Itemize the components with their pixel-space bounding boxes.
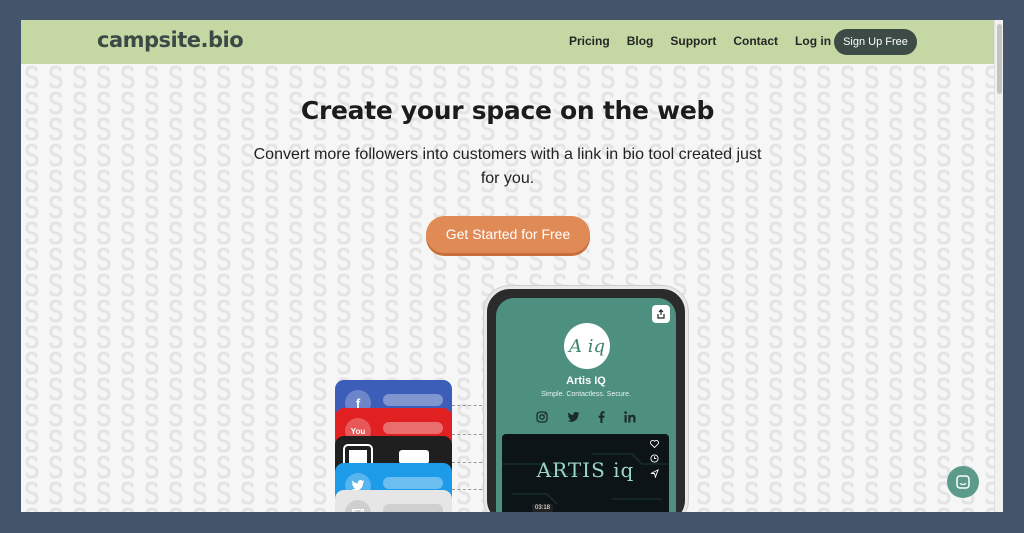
- top-navbar: campsite.bio Pricing Blog Support Contac…: [21, 20, 994, 64]
- phone-screen: A iq Artis IQ Simple. Contactless. Secur…: [496, 298, 676, 512]
- vertical-scrollbar[interactable]: [994, 20, 1003, 512]
- instagram-icon[interactable]: [536, 411, 548, 423]
- avatar-logo-text: A iq: [569, 335, 605, 357]
- facebook-icon[interactable]: [598, 411, 605, 423]
- hero-subtitle: Convert more followers into customers wi…: [253, 146, 762, 187]
- browser-viewport: campsite.bio Pricing Blog Support Contac…: [21, 20, 1003, 512]
- nav-links: Pricing Blog Support Contact Log in: [569, 34, 831, 48]
- share-icon[interactable]: [652, 305, 670, 323]
- get-started-button[interactable]: Get Started for Free: [426, 216, 590, 253]
- video-title: ARTIS iq: [536, 458, 635, 482]
- chat-icon: [956, 475, 970, 489]
- scrollbar-thumb[interactable]: [997, 24, 1002, 94]
- hero-title: Create your space on the web: [300, 96, 715, 125]
- email-link-card: [335, 490, 452, 512]
- embedded-video[interactable]: ARTIS iq 03:18: [502, 434, 669, 512]
- video-timestamp: 03:18: [532, 504, 554, 512]
- email-icon: [345, 500, 371, 512]
- nav-link-support[interactable]: Support: [670, 34, 716, 48]
- site-logo[interactable]: campsite.bio: [97, 28, 244, 52]
- connector-line: [452, 489, 482, 490]
- profile-name: Artis IQ: [566, 375, 606, 387]
- heart-icon[interactable]: [650, 440, 659, 448]
- chat-support-button[interactable]: [947, 466, 979, 498]
- phone-mockup: A iq Artis IQ Simple. Contactless. Secur…: [484, 286, 688, 512]
- send-icon[interactable]: [650, 469, 659, 478]
- nav-link-contact[interactable]: Contact: [733, 34, 778, 48]
- connector-line: [452, 434, 482, 435]
- linkedin-icon[interactable]: [624, 411, 636, 423]
- nav-link-blog[interactable]: Blog: [627, 34, 654, 48]
- profile-tagline: Simple. Contactless. Secure.: [541, 391, 631, 398]
- social-icons: [536, 411, 636, 423]
- sign-up-button[interactable]: Sign Up Free: [834, 29, 917, 55]
- connector-line: [452, 462, 482, 463]
- nav-link-login[interactable]: Log in: [795, 34, 831, 48]
- connector-line: [452, 405, 482, 406]
- clock-icon[interactable]: [650, 454, 659, 463]
- twitter-icon[interactable]: [567, 411, 580, 423]
- nav-link-pricing[interactable]: Pricing: [569, 34, 610, 48]
- profile-avatar: A iq: [564, 323, 610, 369]
- video-side-actions: [650, 440, 659, 478]
